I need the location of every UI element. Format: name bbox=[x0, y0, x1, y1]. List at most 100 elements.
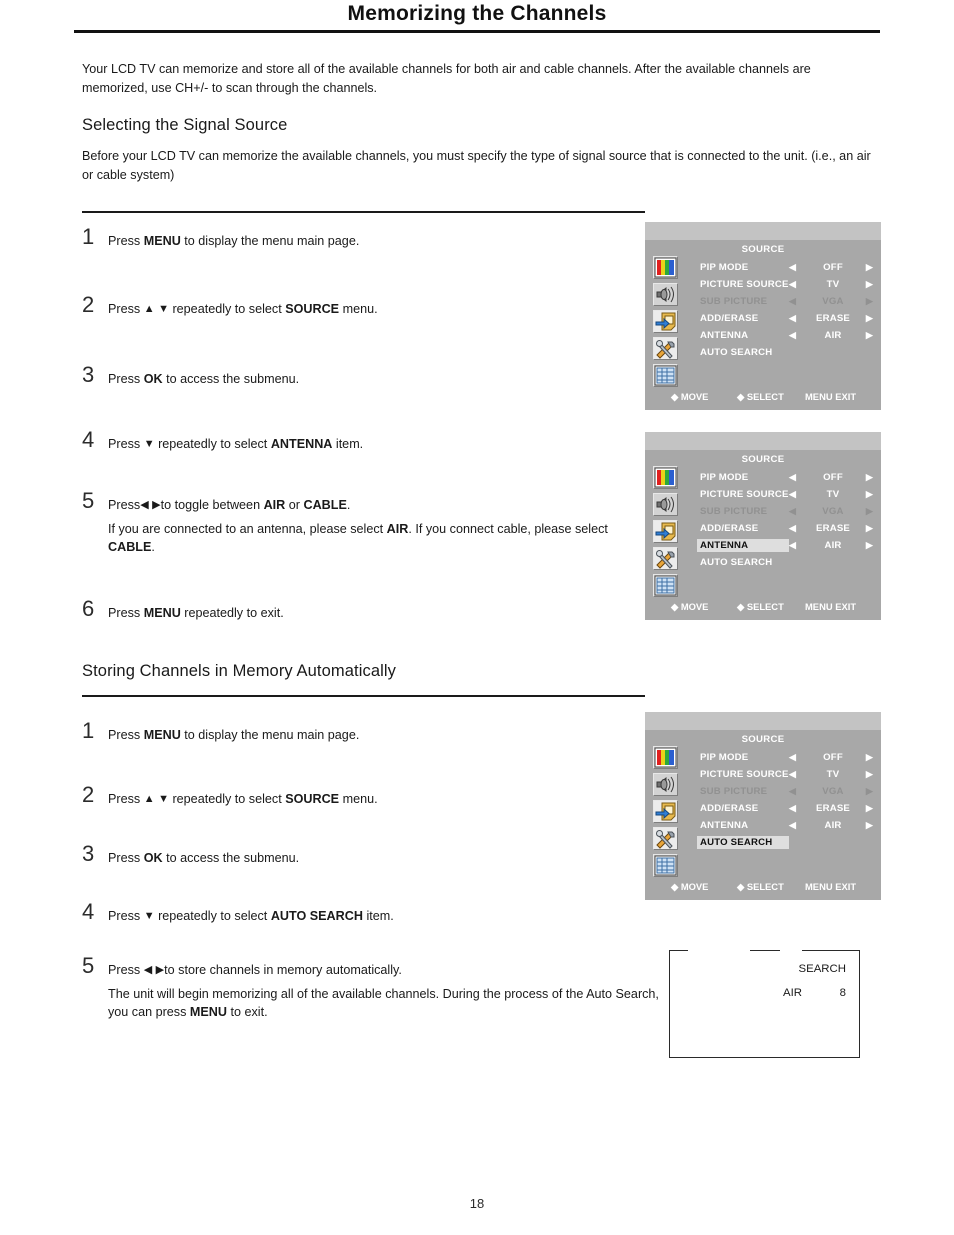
osd-row-control[interactable]: ◀ OFF ▶ bbox=[789, 262, 877, 274]
arrow-right-icon: ▶ bbox=[152, 499, 161, 511]
arrow-right-icon[interactable]: ▶ bbox=[866, 489, 873, 500]
osd-row-pip-mode[interactable]: PIP MODE ◀ OFF ▶ bbox=[693, 468, 877, 485]
step-text: Press OK to access the submenu. bbox=[108, 849, 652, 868]
osd-row-antenna[interactable]: ANTENNA ◀ AIR ▶ bbox=[693, 326, 877, 343]
arrow-down-icon: ▼ bbox=[158, 303, 169, 315]
osd-row-control[interactable]: ◀ OFF ▶ bbox=[789, 472, 877, 484]
osd-row-control[interactable]: ◀ ERASE ▶ bbox=[789, 523, 877, 535]
osd-row-antenna[interactable]: ANTENNA ◀ AIR ▶ bbox=[693, 816, 877, 833]
step-number: 4 bbox=[82, 899, 95, 924]
osd-row-control[interactable]: ◀ TV ▶ bbox=[789, 489, 877, 501]
step-key-cable-2: CABLE bbox=[108, 540, 152, 554]
osd-row-auto-search[interactable]: AUTO SEARCH bbox=[693, 833, 877, 850]
arrow-right-icon[interactable]: ▶ bbox=[866, 506, 873, 517]
source-icon[interactable] bbox=[653, 310, 678, 333]
step-text-post: item. bbox=[332, 437, 364, 451]
sound-icon[interactable] bbox=[653, 283, 678, 306]
arrow-down-icon: ▼ bbox=[143, 910, 155, 922]
osd-row-control[interactable]: ◀ OFF ▶ bbox=[789, 752, 877, 764]
arrow-right-icon[interactable]: ▶ bbox=[866, 803, 873, 814]
osd-row-add-erase[interactable]: ADD/ERASE ◀ ERASE ▶ bbox=[693, 519, 877, 536]
step-key-ok: OK bbox=[143, 372, 163, 386]
osd-row-label: PICTURE SOURCE bbox=[700, 279, 789, 290]
osd-row-pip-mode[interactable]: PIP MODE ◀ OFF ▶ bbox=[693, 748, 877, 765]
title-divider bbox=[74, 30, 880, 33]
step-text: Press ▼ repeatedly to select ANTENNA ite… bbox=[108, 435, 652, 454]
sound-icon[interactable] bbox=[653, 773, 678, 796]
source-icon[interactable] bbox=[653, 800, 678, 823]
arrow-right-icon[interactable]: ▶ bbox=[866, 820, 873, 831]
step-text-post: item. bbox=[362, 909, 394, 923]
arrow-right-icon[interactable]: ▶ bbox=[866, 523, 873, 534]
osd-row-picture-source[interactable]: PICTURE SOURCE ◀ TV ▶ bbox=[693, 765, 877, 782]
osd-menu-list: PIP MODE ◀ OFF ▶ PICTURE SOURCE ◀ TV ▶ SUB PICTU… bbox=[693, 468, 877, 570]
osd-row-sub-picture[interactable]: SUB PICTURE ◀ VGA ▶ bbox=[693, 502, 877, 519]
overlay-notch-left bbox=[688, 950, 750, 952]
step-subtext: If you are connected to an antenna, plea… bbox=[108, 520, 652, 556]
osd-row-auto-search[interactable]: AUTO SEARCH bbox=[693, 343, 877, 360]
source-icon[interactable] bbox=[653, 520, 678, 543]
arrow-right-icon[interactable]: ▶ bbox=[866, 752, 873, 763]
step-key-menu-2: MENU bbox=[189, 1005, 227, 1019]
tools-icon[interactable] bbox=[653, 827, 678, 850]
step-text-post: to access the submenu. bbox=[162, 851, 300, 865]
step-1-3: 3 Press OK to access the submenu. bbox=[82, 362, 652, 389]
arrow-left-icon: ◀ bbox=[140, 499, 149, 511]
osd-row-control[interactable]: ◀ ERASE ▶ bbox=[789, 313, 877, 325]
osd-row-auto-search[interactable]: AUTO SEARCH bbox=[693, 553, 877, 570]
page-number: 18 bbox=[469, 1196, 485, 1211]
osd-row-control[interactable]: ◀ AIR ▶ bbox=[789, 540, 877, 552]
sound-icon[interactable] bbox=[653, 493, 678, 516]
step-text-mid: repeatedly to select bbox=[168, 302, 286, 316]
osd-row-picture-source[interactable]: PICTURE SOURCE ◀ TV ▶ bbox=[693, 275, 877, 292]
osd-row-control[interactable]: ◀ ERASE ▶ bbox=[789, 803, 877, 815]
osd-icon-column bbox=[653, 256, 679, 391]
arrow-down-icon: ▼ bbox=[158, 793, 169, 805]
arrow-right-icon[interactable]: ▶ bbox=[866, 279, 873, 290]
osd-row-control[interactable]: ◀ AIR ▶ bbox=[789, 820, 877, 832]
osd-row-label: ANTENNA bbox=[700, 820, 749, 831]
osd-row-picture-source[interactable]: PICTURE SOURCE ◀ TV ▶ bbox=[693, 485, 877, 502]
osd-top-band bbox=[645, 712, 881, 730]
osd-row-sub-picture[interactable]: SUB PICTURE ◀ VGA ▶ bbox=[693, 782, 877, 799]
picture-icon[interactable] bbox=[653, 256, 678, 279]
step-key-menu: MENU bbox=[143, 606, 181, 620]
arrow-right-icon[interactable]: ▶ bbox=[866, 540, 873, 551]
osd-row-control[interactable]: ◀ TV ▶ bbox=[789, 769, 877, 781]
osd-row-add-erase[interactable]: ADD/ERASE ◀ ERASE ▶ bbox=[693, 799, 877, 816]
step-subtext-pre: If you are connected to an antenna, plea… bbox=[108, 522, 387, 536]
osd-footer-menu-exit: MENU EXIT bbox=[805, 391, 857, 402]
osd-row-label: ANTENNA bbox=[697, 539, 789, 552]
osd-row-add-erase[interactable]: ADD/ERASE ◀ ERASE ▶ bbox=[693, 309, 877, 326]
osd-row-value: VGA bbox=[822, 506, 844, 517]
arrow-right-icon[interactable]: ▶ bbox=[866, 472, 873, 483]
arrow-right-icon[interactable]: ▶ bbox=[866, 262, 873, 273]
osd-row-pip-mode[interactable]: PIP MODE ◀ OFF ▶ bbox=[693, 258, 877, 275]
osd-row-control[interactable]: ◀ VGA ▶ bbox=[789, 786, 877, 798]
picture-icon[interactable] bbox=[653, 746, 678, 769]
step-text: Press MENU to display the menu main page… bbox=[108, 726, 652, 745]
osd-row-control[interactable]: ◀ TV ▶ bbox=[789, 279, 877, 291]
tools-icon[interactable] bbox=[653, 337, 678, 360]
osd-row-value: TV bbox=[826, 769, 840, 780]
arrow-right-icon[interactable]: ▶ bbox=[866, 769, 873, 780]
osd-row-control[interactable]: ◀ VGA ▶ bbox=[789, 506, 877, 518]
picture-icon[interactable] bbox=[653, 466, 678, 489]
osd-row-control[interactable]: ◀ AIR ▶ bbox=[789, 330, 877, 342]
osd-row-control[interactable]: ◀ VGA ▶ bbox=[789, 296, 877, 308]
osd-footer-move: ◆ MOVE bbox=[671, 391, 709, 402]
osd-row-antenna[interactable]: ANTENNA ◀ AIR ▶ bbox=[693, 536, 877, 553]
arrow-right-icon[interactable]: ▶ bbox=[866, 313, 873, 324]
step-text-pre: Press bbox=[108, 792, 144, 806]
step-2-5: 5 Press ◀ ▶to store channels in memory a… bbox=[82, 953, 659, 1021]
osd-row-label: PIP MODE bbox=[700, 752, 749, 763]
arrow-right-icon[interactable]: ▶ bbox=[866, 296, 873, 307]
step-text-pre: Press bbox=[108, 909, 144, 923]
arrow-right-icon[interactable]: ▶ bbox=[866, 330, 873, 341]
osd-top-band bbox=[645, 222, 881, 240]
search-channel-number: 8 bbox=[839, 987, 846, 999]
osd-row-sub-picture[interactable]: SUB PICTURE ◀ VGA ▶ bbox=[693, 292, 877, 309]
arrow-right-icon[interactable]: ▶ bbox=[866, 786, 873, 797]
tools-icon[interactable] bbox=[653, 547, 678, 570]
section-divider-1 bbox=[82, 211, 645, 213]
